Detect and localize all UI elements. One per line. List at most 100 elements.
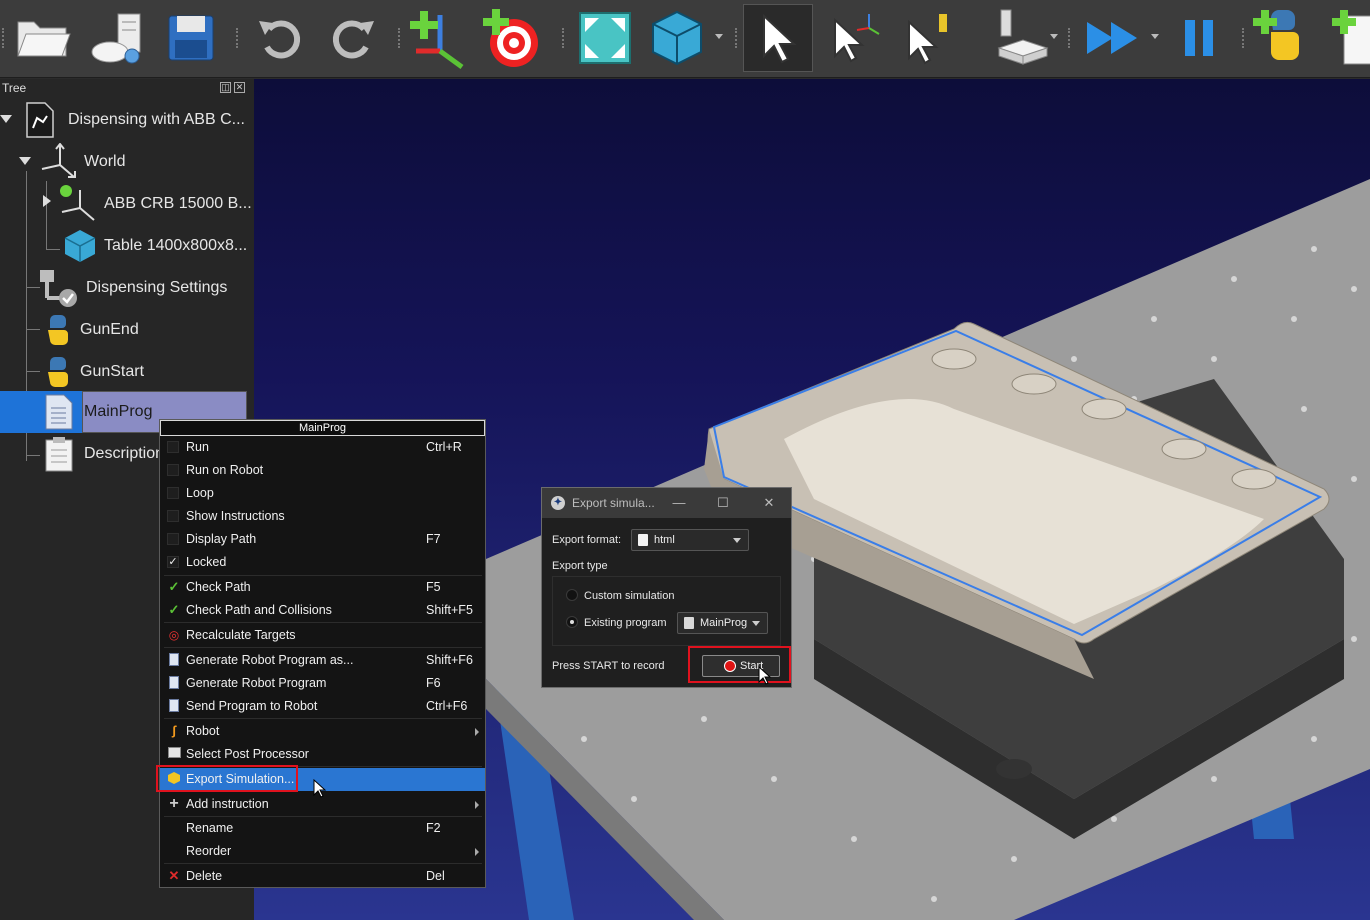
menu-label: Display Path [186, 532, 257, 546]
add-python-icon [1253, 10, 1299, 60]
submenu-arrow-icon [475, 848, 479, 856]
menu-label: Check Path [186, 580, 251, 594]
add-python-program-button[interactable] [1250, 4, 1320, 72]
speed-dropdown-caret[interactable] [1151, 34, 1159, 39]
program-select-value: MainProg [700, 617, 748, 629]
view-dropdown-caret[interactable] [715, 34, 723, 39]
menu-item-generate-program-as[interactable]: Generate Robot Program as... Shift+F6 [160, 649, 485, 672]
tree-connector [26, 455, 40, 456]
export-format-select[interactable]: html [631, 529, 749, 551]
add-frame-icon [410, 11, 464, 70]
add-reference-frame-button[interactable] [404, 4, 474, 72]
custom-simulation-label: Custom simulation [584, 590, 675, 602]
menu-shortcut: Ctrl+R [426, 440, 462, 454]
program-icon [45, 394, 73, 430]
open-folder-button[interactable] [8, 4, 78, 72]
collapse-station-toggle[interactable] [0, 115, 12, 123]
menu-item-check-path[interactable]: ✓ Check Path F5 [160, 576, 485, 599]
tree-panel-header: Tree ◫ ✕ [0, 79, 254, 97]
program-select[interactable]: MainProg [677, 612, 768, 634]
submenu-arrow-icon [475, 801, 479, 809]
cloud-library-button[interactable] [84, 4, 154, 72]
menu-label: Show Instructions [186, 509, 285, 523]
menu-label: Run [186, 440, 209, 454]
float-panel-icon[interactable]: ◫ [220, 82, 231, 93]
menu-item-show-instructions[interactable]: Show Instructions [160, 505, 485, 528]
menu-item-robot[interactable]: ʃ Robot [160, 720, 485, 743]
cursor-arrow-icon [763, 13, 797, 64]
python-icon [48, 315, 68, 345]
view-cube-button[interactable] [642, 4, 712, 72]
menu-item-generate-program[interactable]: Generate Robot Program F6 [160, 672, 485, 695]
export-type-label: Export type [552, 560, 608, 572]
tree-item-dispensing-settings[interactable]: Dispensing Settings [38, 267, 227, 309]
toolbar-separator [236, 28, 240, 48]
menu-item-rename[interactable]: Rename F2 [160, 817, 485, 840]
fit-to-screen-icon [579, 12, 631, 64]
tree-item-world[interactable]: World [40, 141, 126, 183]
tool-setup-button[interactable] [984, 4, 1054, 72]
menu-item-locked[interactable]: ✓ Locked [160, 551, 485, 574]
fast-forward-icon [1087, 22, 1137, 54]
chevron-down-icon [733, 538, 741, 543]
menu-item-select-post-processor[interactable]: Select Post Processor [160, 743, 485, 766]
select-tool-button[interactable] [743, 4, 813, 72]
close-icon[interactable]: ✕ [754, 488, 784, 518]
menu-item-run-on-robot[interactable]: Run on Robot [160, 459, 485, 482]
tree-connector [26, 329, 40, 330]
pause-icon [1185, 20, 1213, 56]
cursor-frame-icon [834, 14, 880, 63]
toolbar-separator [398, 28, 402, 48]
menu-item-send-program[interactable]: Send Program to Robot Ctrl+F6 [160, 695, 485, 718]
dialog-titlebar[interactable]: ✦ Export simula... — ☐ ✕ [542, 488, 791, 518]
menu-shortcut: Shift+F5 [426, 603, 473, 617]
custom-simulation-radio[interactable] [566, 589, 578, 601]
save-button[interactable] [156, 4, 226, 72]
fast-simulation-button[interactable] [1078, 4, 1148, 72]
tree-item-mainprog[interactable]: MainProg [44, 391, 152, 433]
menu-shortcut: Del [426, 869, 445, 883]
undo-button[interactable] [245, 4, 315, 72]
menu-item-display-path[interactable]: Display Path F7 [160, 528, 485, 551]
chevron-down-icon [752, 621, 760, 626]
menu-item-reorder[interactable]: Reorder [160, 840, 485, 863]
tree-item-gunend[interactable]: GunEnd [42, 309, 139, 351]
target-icon: ◎ [168, 628, 180, 642]
cursor-tool-icon [908, 14, 947, 65]
redo-button[interactable] [318, 4, 388, 72]
tree-item-robot[interactable]: ABB CRB 15000 B... [58, 183, 252, 225]
pause-button[interactable] [1164, 4, 1234, 72]
collapse-world-toggle[interactable] [19, 157, 31, 165]
tree-item-table[interactable]: Table 1400x800x8... [62, 225, 247, 267]
menu-item-delete[interactable]: ✕ Delete Del [160, 865, 485, 888]
tree-item-gunstart[interactable]: GunStart [42, 351, 144, 393]
expand-robot-toggle[interactable] [43, 195, 51, 207]
main-toolbar [0, 0, 1370, 78]
roboDK-window: Tree ◫ ✕ Dispensing with ABB C... World … [0, 0, 1370, 920]
close-panel-icon[interactable]: ✕ [234, 82, 245, 93]
document-icon [167, 699, 181, 713]
menu-item-check-path-collisions[interactable]: ✓ Check Path and Collisions Shift+F5 [160, 599, 485, 622]
menu-item-loop[interactable]: Loop [160, 482, 485, 505]
document-icon [167, 653, 181, 667]
minimize-icon[interactable]: — [664, 488, 694, 518]
export-format-label: Export format: [552, 534, 622, 546]
tree-item-description[interactable]: Description [44, 433, 164, 475]
fit-all-button[interactable] [570, 4, 640, 72]
tree-item-station[interactable]: Dispensing with ABB C... [24, 99, 245, 141]
document-icon [167, 676, 181, 690]
existing-program-radio[interactable] [566, 616, 578, 628]
move-reference-button[interactable] [818, 4, 888, 72]
redo-icon [332, 20, 374, 59]
toolbar-grip[interactable] [2, 28, 6, 48]
tree-item-label: Table 1400x800x8... [104, 237, 248, 254]
menu-label: Check Path and Collisions [186, 603, 332, 617]
menu-item-recalculate-targets[interactable]: ◎ Recalculate Targets [160, 624, 485, 647]
menu-item-run[interactable]: Run Ctrl+R [160, 436, 485, 459]
move-tool-button[interactable] [892, 4, 962, 72]
add-target-button[interactable] [478, 4, 548, 72]
maximize-icon[interactable]: ☐ [708, 488, 738, 518]
undo-icon [259, 20, 301, 59]
add-program-button[interactable] [1326, 4, 1370, 72]
tool-dropdown-caret[interactable] [1050, 34, 1058, 39]
